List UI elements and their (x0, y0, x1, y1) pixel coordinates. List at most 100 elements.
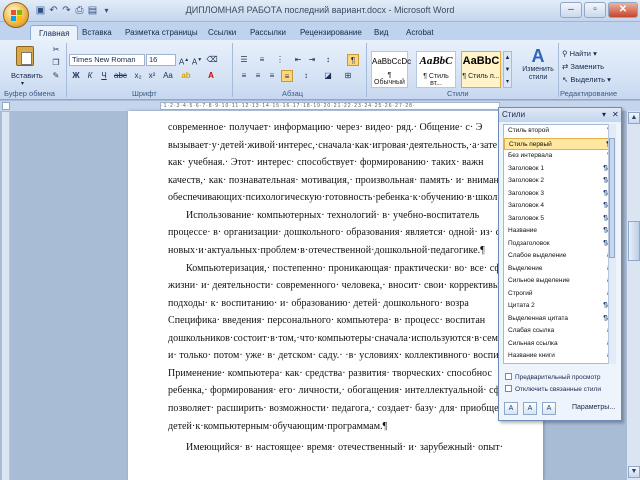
sort-icon[interactable]: ↕ (322, 54, 334, 66)
doc-line: новых·и·актуальных·проблем·в·отечественн… (168, 245, 485, 256)
style-inspector-button[interactable]: A (523, 402, 537, 415)
style-list-item[interactable]: Подзаголовок¶a (504, 238, 615, 251)
linked-checkbox-row[interactable]: Отключить связанные стили (505, 385, 601, 393)
justify-icon[interactable]: ≡ (281, 70, 293, 82)
paste-button[interactable]: Вставить ▾ (6, 44, 46, 88)
close-icon[interactable]: ✕ (612, 108, 619, 122)
vertical-ruler[interactable] (2, 112, 10, 480)
styles-list-scroll-thumb[interactable] (609, 138, 615, 258)
manage-styles-button[interactable]: A (542, 402, 556, 415)
scroll-down-icon[interactable]: ▼ (628, 466, 640, 478)
style-list-item[interactable]: Название книгиa (504, 350, 615, 363)
grow-font-icon[interactable]: A▲ (178, 54, 190, 67)
numbering-icon[interactable]: ≡ (256, 54, 268, 66)
font-size-combo[interactable]: 16 (146, 54, 176, 66)
tab-insert[interactable]: Вставка (74, 25, 120, 40)
preview-checkbox-row[interactable]: Предварительный просмотр (505, 373, 601, 381)
shading-icon[interactable]: ◪ (322, 70, 334, 82)
styles-gallery-scroll[interactable]: ▲ ▼ ▾ (503, 51, 512, 88)
document-page[interactable]: современное· получает· информацию· через… (128, 111, 543, 480)
decrease-indent-icon[interactable]: ⇤ (292, 54, 304, 66)
maximize-button[interactable]: ▫ (584, 2, 606, 18)
style-list-item-label: Заголовок 5 (508, 214, 544, 222)
borders-icon[interactable]: ⊞ (342, 70, 354, 82)
show-marks-icon[interactable]: ¶ (347, 54, 359, 66)
new-style-button[interactable]: A (504, 402, 518, 415)
tab-stop-selector[interactable] (2, 102, 10, 110)
document-scrollbar[interactable]: ▲ ▼ (626, 111, 640, 480)
shrink-font-icon[interactable]: A▼ (191, 54, 203, 67)
font-name-combo[interactable]: Times New Roman (69, 54, 145, 66)
style-list-item[interactable]: Заголовок 4¶a (504, 200, 615, 213)
clear-format-icon[interactable]: ⌫ (206, 54, 218, 66)
tab-acrobat[interactable]: Acrobat (398, 25, 442, 40)
replace-button[interactable]: ⇄ Заменить (562, 62, 604, 71)
superscript-button[interactable]: x² (146, 70, 158, 82)
tab-review[interactable]: Рецензирование (292, 25, 370, 40)
style-list-item[interactable]: Выделениеa (504, 263, 615, 276)
style-list-item[interactable]: Название¶a (504, 225, 615, 238)
doc-line: и· только· потом· уже· в· детском· саду.… (168, 350, 514, 361)
minimize-button[interactable]: – (560, 2, 582, 18)
styles-pane-title: Стили (502, 110, 526, 119)
pane-menu-icon[interactable]: ▾ (602, 108, 606, 122)
align-left-icon[interactable]: ≡ (238, 70, 250, 82)
subscript-button[interactable]: x₂ (132, 70, 144, 82)
style-list-item[interactable]: Сильное выделениеa (504, 275, 615, 288)
tab-mailings[interactable]: Рассылки (242, 25, 294, 40)
style-second[interactable]: AaBbC ¶ Стиль вт... (416, 51, 456, 88)
style-list-item[interactable]: Заголовок 5¶a (504, 213, 615, 226)
style-first[interactable]: AaBbC ¶ Стиль п... (461, 51, 501, 88)
style-list-item[interactable]: Заголовок 1¶a (504, 163, 615, 176)
office-button[interactable] (3, 2, 29, 28)
tab-references[interactable]: Ссылки (200, 25, 244, 40)
multilevel-list-icon[interactable]: ⋮ (274, 54, 286, 66)
doc-line: ребенка,· формирования· его· личности,· … (168, 385, 505, 396)
style-list-item[interactable]: Стиль второй¶ (504, 125, 615, 138)
doc-line: как· учебная.· Этот· интерес· способству… (168, 157, 484, 168)
align-right-icon[interactable]: ≡ (266, 70, 278, 82)
style-list-item[interactable]: Выделенная цитата¶a (504, 313, 615, 326)
tab-page-layout[interactable]: Разметка страницы (117, 25, 206, 40)
style-list-item[interactable]: Стиль первый¶ (504, 137, 615, 150)
horizontal-ruler[interactable]: ·1·2·3·4·5·6·7·8·9·10·11·12·13·14·15·16·… (160, 102, 500, 110)
bullets-icon[interactable]: ☰ (238, 54, 250, 66)
tab-view[interactable]: Вид (366, 25, 396, 40)
increase-indent-icon[interactable]: ⇥ (306, 54, 318, 66)
underline-button[interactable]: Ч (98, 70, 110, 82)
cut-icon[interactable]: ✂ (50, 44, 62, 56)
select-button[interactable]: ↖ Выделить ▾ (562, 75, 611, 84)
italic-button[interactable]: К (84, 70, 96, 82)
style-list-item[interactable]: Строгийa (504, 288, 615, 301)
scroll-thumb[interactable] (628, 221, 640, 261)
highlight-icon[interactable]: ab (180, 70, 192, 82)
style-list-item[interactable]: Заголовок 2¶a (504, 175, 615, 188)
style-list-item[interactable]: Сильная ссылкаa (504, 338, 615, 351)
style-list-item[interactable]: Абзац списка¶ (504, 363, 615, 364)
font-color-icon[interactable]: A (205, 70, 217, 82)
copy-icon[interactable]: ❐ (50, 57, 62, 69)
preview-checkbox[interactable] (505, 373, 512, 380)
linked-styles-checkbox[interactable] (505, 385, 512, 392)
close-button[interactable]: ✕ (608, 2, 638, 18)
find-button[interactable]: ⚲ Найти ▾ (562, 49, 597, 58)
tab-home[interactable]: Главная (30, 25, 79, 40)
styles-list[interactable]: Стиль второй¶Стиль первый¶Без интервала¶… (503, 124, 616, 364)
options-link[interactable]: Параметры... (572, 404, 615, 411)
change-case-button[interactable]: Aa (162, 70, 174, 82)
style-list-item[interactable]: Слабое выделениеa (504, 250, 615, 263)
style-list-item[interactable]: Без интервала¶ (504, 150, 615, 163)
align-center-icon[interactable]: ≡ (252, 70, 264, 82)
change-styles-button[interactable]: A Изменить стили (520, 46, 556, 90)
style-list-item[interactable]: Цитата 2¶a (504, 300, 615, 313)
style-normal[interactable]: AaBbCcDc ¶ Обычный (371, 51, 411, 88)
group-separator (366, 43, 367, 97)
style-list-item[interactable]: Слабая ссылкаa (504, 325, 615, 338)
strikethrough-button[interactable]: abc (114, 70, 127, 82)
doc-line: Использование· компьютерных· технологий·… (186, 210, 480, 221)
format-painter-icon[interactable]: ✎ (50, 70, 62, 82)
scroll-up-icon[interactable]: ▲ (628, 112, 640, 124)
bold-button[interactable]: Ж (70, 70, 82, 82)
style-list-item[interactable]: Заголовок 3¶a (504, 188, 615, 201)
line-spacing-icon[interactable]: ↕ (300, 70, 312, 82)
